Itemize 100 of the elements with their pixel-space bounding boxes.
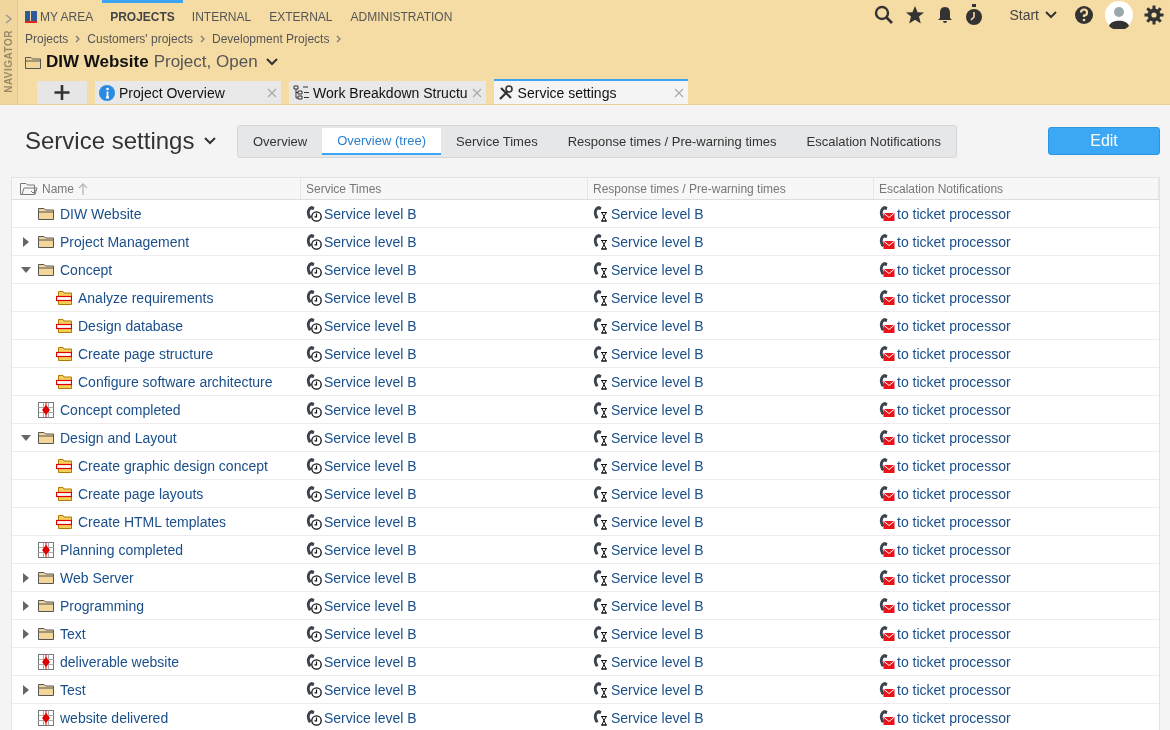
table-cell-link[interactable]: Service level B [611, 429, 704, 446]
table-cell-link[interactable]: Service level B [611, 345, 704, 362]
avatar-icon[interactable] [1105, 1, 1133, 29]
tree-item-link[interactable]: deliverable website [60, 653, 180, 670]
table-cell-link[interactable]: Service level B [324, 317, 417, 334]
table-cell-link[interactable]: Service level B [324, 233, 417, 250]
table-cell-link[interactable]: to ticket processor [897, 625, 1011, 642]
table-cell-link[interactable]: to ticket processor [897, 429, 1011, 446]
breadcrumb-link[interactable]: Customers' projects [87, 31, 193, 46]
table-cell-link[interactable]: Service level B [324, 709, 417, 726]
table-cell-link[interactable]: to ticket processor [897, 653, 1011, 670]
column-header[interactable]: Service Times [301, 178, 588, 199]
tree-item-link[interactable]: Concept completed [60, 401, 181, 418]
tree-item-link[interactable]: Design and Layout [60, 429, 177, 446]
tree-item-link[interactable]: Web Server [60, 569, 134, 586]
table-cell-link[interactable]: Service level B [611, 541, 704, 558]
table-cell-link[interactable]: Service level B [324, 289, 417, 306]
table-cell-link[interactable]: to ticket processor [897, 401, 1011, 418]
table-cell-link[interactable]: to ticket processor [897, 709, 1011, 726]
table-cell-link[interactable]: Service level B [611, 709, 704, 726]
table-cell-link[interactable]: to ticket processor [897, 373, 1011, 390]
table-cell-link[interactable]: Service level B [324, 205, 417, 222]
top-nav-tab[interactable]: MY AREA [25, 0, 103, 30]
table-cell-link[interactable]: Service level B [324, 401, 417, 418]
tree-item-link[interactable]: Test [60, 681, 86, 698]
table-cell-link[interactable]: Service level B [611, 513, 704, 530]
table-cell-link[interactable]: Service level B [324, 569, 417, 586]
table-cell-link[interactable]: Service level B [611, 625, 704, 642]
column-header[interactable]: Escalation Notifications [874, 178, 1159, 199]
tree-item-link[interactable]: website delivered [60, 709, 169, 726]
start-menu-button[interactable]: Start [1009, 7, 1057, 23]
tree-item-link[interactable]: DIW Website [60, 205, 142, 222]
tree-item-link[interactable]: Analyze requirements [78, 289, 214, 306]
table-cell-link[interactable]: Service level B [611, 317, 704, 334]
table-cell-link[interactable]: to ticket processor [897, 289, 1011, 306]
table-cell-link[interactable]: to ticket processor [897, 597, 1011, 614]
table-cell-link[interactable]: to ticket processor [897, 457, 1011, 474]
table-cell-link[interactable]: to ticket processor [897, 541, 1011, 558]
document-tab[interactable]: Work Breakdown Structu [289, 81, 486, 104]
table-cell-link[interactable]: Service level B [611, 373, 704, 390]
breadcrumb-link[interactable]: Projects [25, 31, 69, 46]
search-icon[interactable] [874, 5, 895, 25]
table-cell-link[interactable]: Service level B [324, 373, 417, 390]
table-cell-link[interactable]: Service level B [611, 597, 704, 614]
column-header[interactable]: Response times / Pre-warning times [588, 178, 874, 199]
table-cell-link[interactable]: to ticket processor [897, 317, 1011, 334]
status-dropdown[interactable]: Project, Open [153, 52, 278, 72]
table-cell-link[interactable]: Service level B [611, 457, 704, 474]
table-cell-link[interactable]: Service level B [324, 625, 417, 642]
top-nav-tab[interactable]: PROJECTS [102, 0, 183, 30]
table-cell-link[interactable]: Service level B [611, 485, 704, 502]
tree-item-link[interactable]: Concept [60, 261, 113, 278]
table-cell-link[interactable]: Service level B [324, 345, 417, 362]
table-cell-link[interactable]: to ticket processor [897, 681, 1011, 698]
table-cell-link[interactable]: Service level B [324, 457, 417, 474]
table-cell-link[interactable]: Service level B [324, 681, 417, 698]
column-header[interactable]: Name [12, 178, 301, 199]
table-cell-link[interactable]: to ticket processor [897, 569, 1011, 586]
table-cell-link[interactable]: Service level B [324, 597, 417, 614]
table-cell-link[interactable]: Service level B [611, 205, 704, 222]
table-cell-link[interactable]: Service level B [611, 681, 704, 698]
table-cell-link[interactable]: Service level B [324, 429, 417, 446]
breadcrumb-link[interactable]: Development Projects [212, 31, 330, 46]
view-tab[interactable]: Service Times [441, 127, 553, 155]
add-tab-icon[interactable] [37, 81, 87, 104]
top-nav-tab[interactable]: EXTERNAL [260, 0, 342, 30]
tree-item-link[interactable]: Project Management [60, 233, 190, 250]
tree-item-link[interactable]: Text [60, 625, 86, 642]
table-cell-link[interactable]: to ticket processor [897, 233, 1011, 250]
table-cell-link[interactable]: to ticket processor [897, 485, 1011, 502]
view-tab[interactable]: Overview (tree) [322, 127, 442, 155]
tree-item-link[interactable]: Create HTML templates [78, 513, 227, 530]
table-cell-link[interactable]: Service level B [611, 569, 704, 586]
bell-icon[interactable] [936, 5, 955, 25]
tree-item-link[interactable]: Design database [78, 317, 184, 334]
table-cell-link[interactable]: Service level B [324, 541, 417, 558]
table-cell-link[interactable]: to ticket processor [897, 513, 1011, 530]
document-tab[interactable]: Project Overview [95, 81, 281, 104]
settings-icon[interactable] [1144, 5, 1164, 25]
table-cell-link[interactable]: to ticket processor [897, 345, 1011, 362]
stopwatch-icon[interactable] [965, 4, 984, 26]
tree-item-link[interactable]: Create graphic design concept [78, 457, 268, 474]
table-cell-link[interactable]: Service level B [611, 261, 704, 278]
table-cell-link[interactable]: Service level B [324, 513, 417, 530]
tree-item-link[interactable]: Planning completed [60, 541, 183, 558]
top-nav-tab[interactable]: INTERNAL [182, 0, 261, 30]
top-nav-tab[interactable]: ADMINISTRATION [341, 0, 462, 30]
table-cell-link[interactable]: Service level B [324, 261, 417, 278]
table-cell-link[interactable]: Service level B [611, 233, 704, 250]
table-cell-link[interactable]: to ticket processor [897, 205, 1011, 222]
view-tab[interactable]: Response times / Pre-warning times [552, 127, 792, 155]
help-icon[interactable] [1074, 5, 1094, 25]
tree-item-link[interactable]: Create page layouts [78, 485, 204, 502]
table-cell-link[interactable]: Service level B [324, 485, 417, 502]
page-title-dropdown[interactable]: Service settings [25, 127, 237, 155]
tree-item-link[interactable]: Programming [60, 597, 145, 614]
table-cell-link[interactable]: Service level B [324, 653, 417, 670]
tree-item-link[interactable]: Configure software architecture [78, 373, 273, 390]
table-cell-link[interactable]: Service level B [611, 653, 704, 670]
view-tab[interactable]: Escalation Notifications [791, 127, 956, 155]
